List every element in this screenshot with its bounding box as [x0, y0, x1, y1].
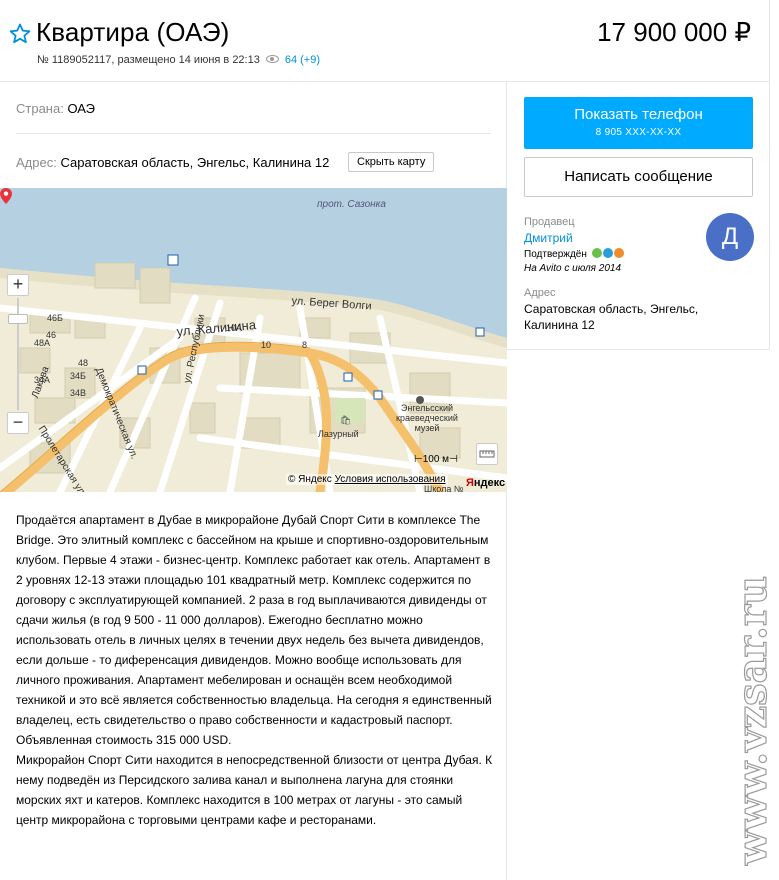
map-label-sazonka: прот. Сазонка: [317, 199, 386, 210]
sidebar-address-label: Адрес: [524, 287, 556, 299]
show-phone-label: Показать телефон: [574, 106, 703, 123]
listing-page: Квартира (ОАЭ) 17 900 000 ₽ № 1189052117…: [0, 0, 779, 880]
country-value: ОАЭ: [67, 101, 96, 116]
listing-meta: № 1189052117, размещено 14 июня в 22:13 6…: [37, 54, 320, 66]
map-zoom-control: + −: [7, 274, 29, 434]
house-number: 10: [261, 340, 272, 350]
seller-confirmed: Подтверждён: [524, 248, 625, 261]
house-number: 46Б: [47, 313, 63, 323]
listing-title: Квартира (ОАЭ): [36, 17, 230, 47]
address-label: Адрес:: [16, 155, 57, 170]
copyright-text: © Яндекс: [288, 474, 332, 485]
watermark-text: www.vzsar.ru: [729, 576, 776, 866]
map-label-lazurny: Лазурный: [318, 429, 359, 439]
email-verified-icon: [602, 248, 613, 258]
description-paragraph: Продаётся апартамент в Дубае в микрорайо…: [16, 513, 492, 747]
address-value: Саратовская область, Энгельс, Калинина 1…: [60, 155, 330, 170]
phone-number-masked: 8 905 XXX-XX-XX: [595, 127, 682, 138]
write-message-button[interactable]: Написать сообщение: [524, 157, 753, 197]
seller-sidebar: Показать телефон 8 905 XXX-XX-XX Написат…: [507, 82, 770, 350]
yandex-logo-letter: Я: [466, 477, 474, 489]
map-label-museum: Энгельсский краеведческий музей: [396, 403, 458, 433]
house-number: 34В: [70, 388, 87, 398]
listing-description: Продаётся апартамент в Дубае в микрорайо…: [16, 510, 496, 830]
show-phone-button[interactable]: Показать телефон 8 905 XXX-XX-XX: [524, 97, 753, 149]
zoom-slider-handle[interactable]: [8, 314, 28, 324]
watermark: www.vzsar.ru: [728, 575, 776, 866]
house-number: 8: [302, 340, 308, 350]
zoom-in-button[interactable]: +: [7, 274, 29, 296]
divider: [16, 133, 491, 134]
sidebar-address-value: Саратовская область, Энгельс, Калинина 1…: [524, 302, 699, 332]
hide-map-button[interactable]: Скрыть карту: [348, 152, 435, 172]
house-number: 48А: [34, 338, 51, 348]
main-column: Страна: ОАЭ Адрес: Саратовская область, …: [0, 82, 507, 880]
favorite-star-icon[interactable]: [8, 22, 32, 46]
listing-header: Квартира (ОАЭ) 17 900 000 ₽ № 1189052117…: [0, 0, 770, 82]
house-number: 34Б: [70, 371, 86, 381]
map-canvas: 🛍: [0, 188, 507, 492]
zoom-out-button[interactable]: −: [7, 412, 29, 434]
phone-verified-icon: [591, 248, 602, 258]
map[interactable]: 🛍 прот. Сазонка ул. Берег Волги ул. Кали…: [0, 188, 507, 492]
svg-text:🛍: 🛍: [340, 415, 351, 425]
map-copyright: © Яндекс Условия использования: [286, 474, 448, 485]
ruler-icon[interactable]: [476, 443, 498, 465]
listing-number-date: № 1189052117, размещено 14 июня в 22:13: [37, 54, 260, 66]
country-label: Страна:: [16, 101, 64, 116]
map-label-school: Школа №: [424, 484, 464, 492]
terms-link[interactable]: Условия использования: [335, 474, 446, 485]
house-number: 10А: [226, 323, 243, 333]
seller-label: Продавец: [524, 216, 575, 228]
country-row: Страна: ОАЭ: [16, 101, 95, 116]
yandex-logo[interactable]: Яндекс: [466, 477, 505, 489]
social-verified-icon: [613, 248, 624, 258]
seller-since: На Avito с июля 2014: [524, 263, 622, 274]
avatar[interactable]: Д: [706, 213, 754, 261]
seller-name-link[interactable]: Дмитрий: [524, 231, 573, 245]
eye-icon: [265, 55, 279, 63]
location-pin-icon: [0, 188, 12, 204]
listing-price: 17 900 000 ₽: [597, 17, 751, 47]
yandex-logo-rest: ндекс: [473, 477, 506, 489]
map-scale: ⊢100 м⊣: [414, 454, 458, 465]
house-number: 34А: [34, 375, 51, 385]
confirmed-label: Подтверждён: [524, 249, 587, 260]
house-number: 48: [78, 358, 89, 368]
views-count[interactable]: 64 (+9): [285, 54, 320, 66]
verification-badges: [591, 248, 625, 261]
description-paragraph: Микрорайон Спорт Сити находится в непоср…: [16, 753, 493, 827]
map-scale-value: 100 м: [422, 454, 450, 465]
address-row: Адрес: Саратовская область, Энгельс, Кал…: [16, 155, 329, 170]
